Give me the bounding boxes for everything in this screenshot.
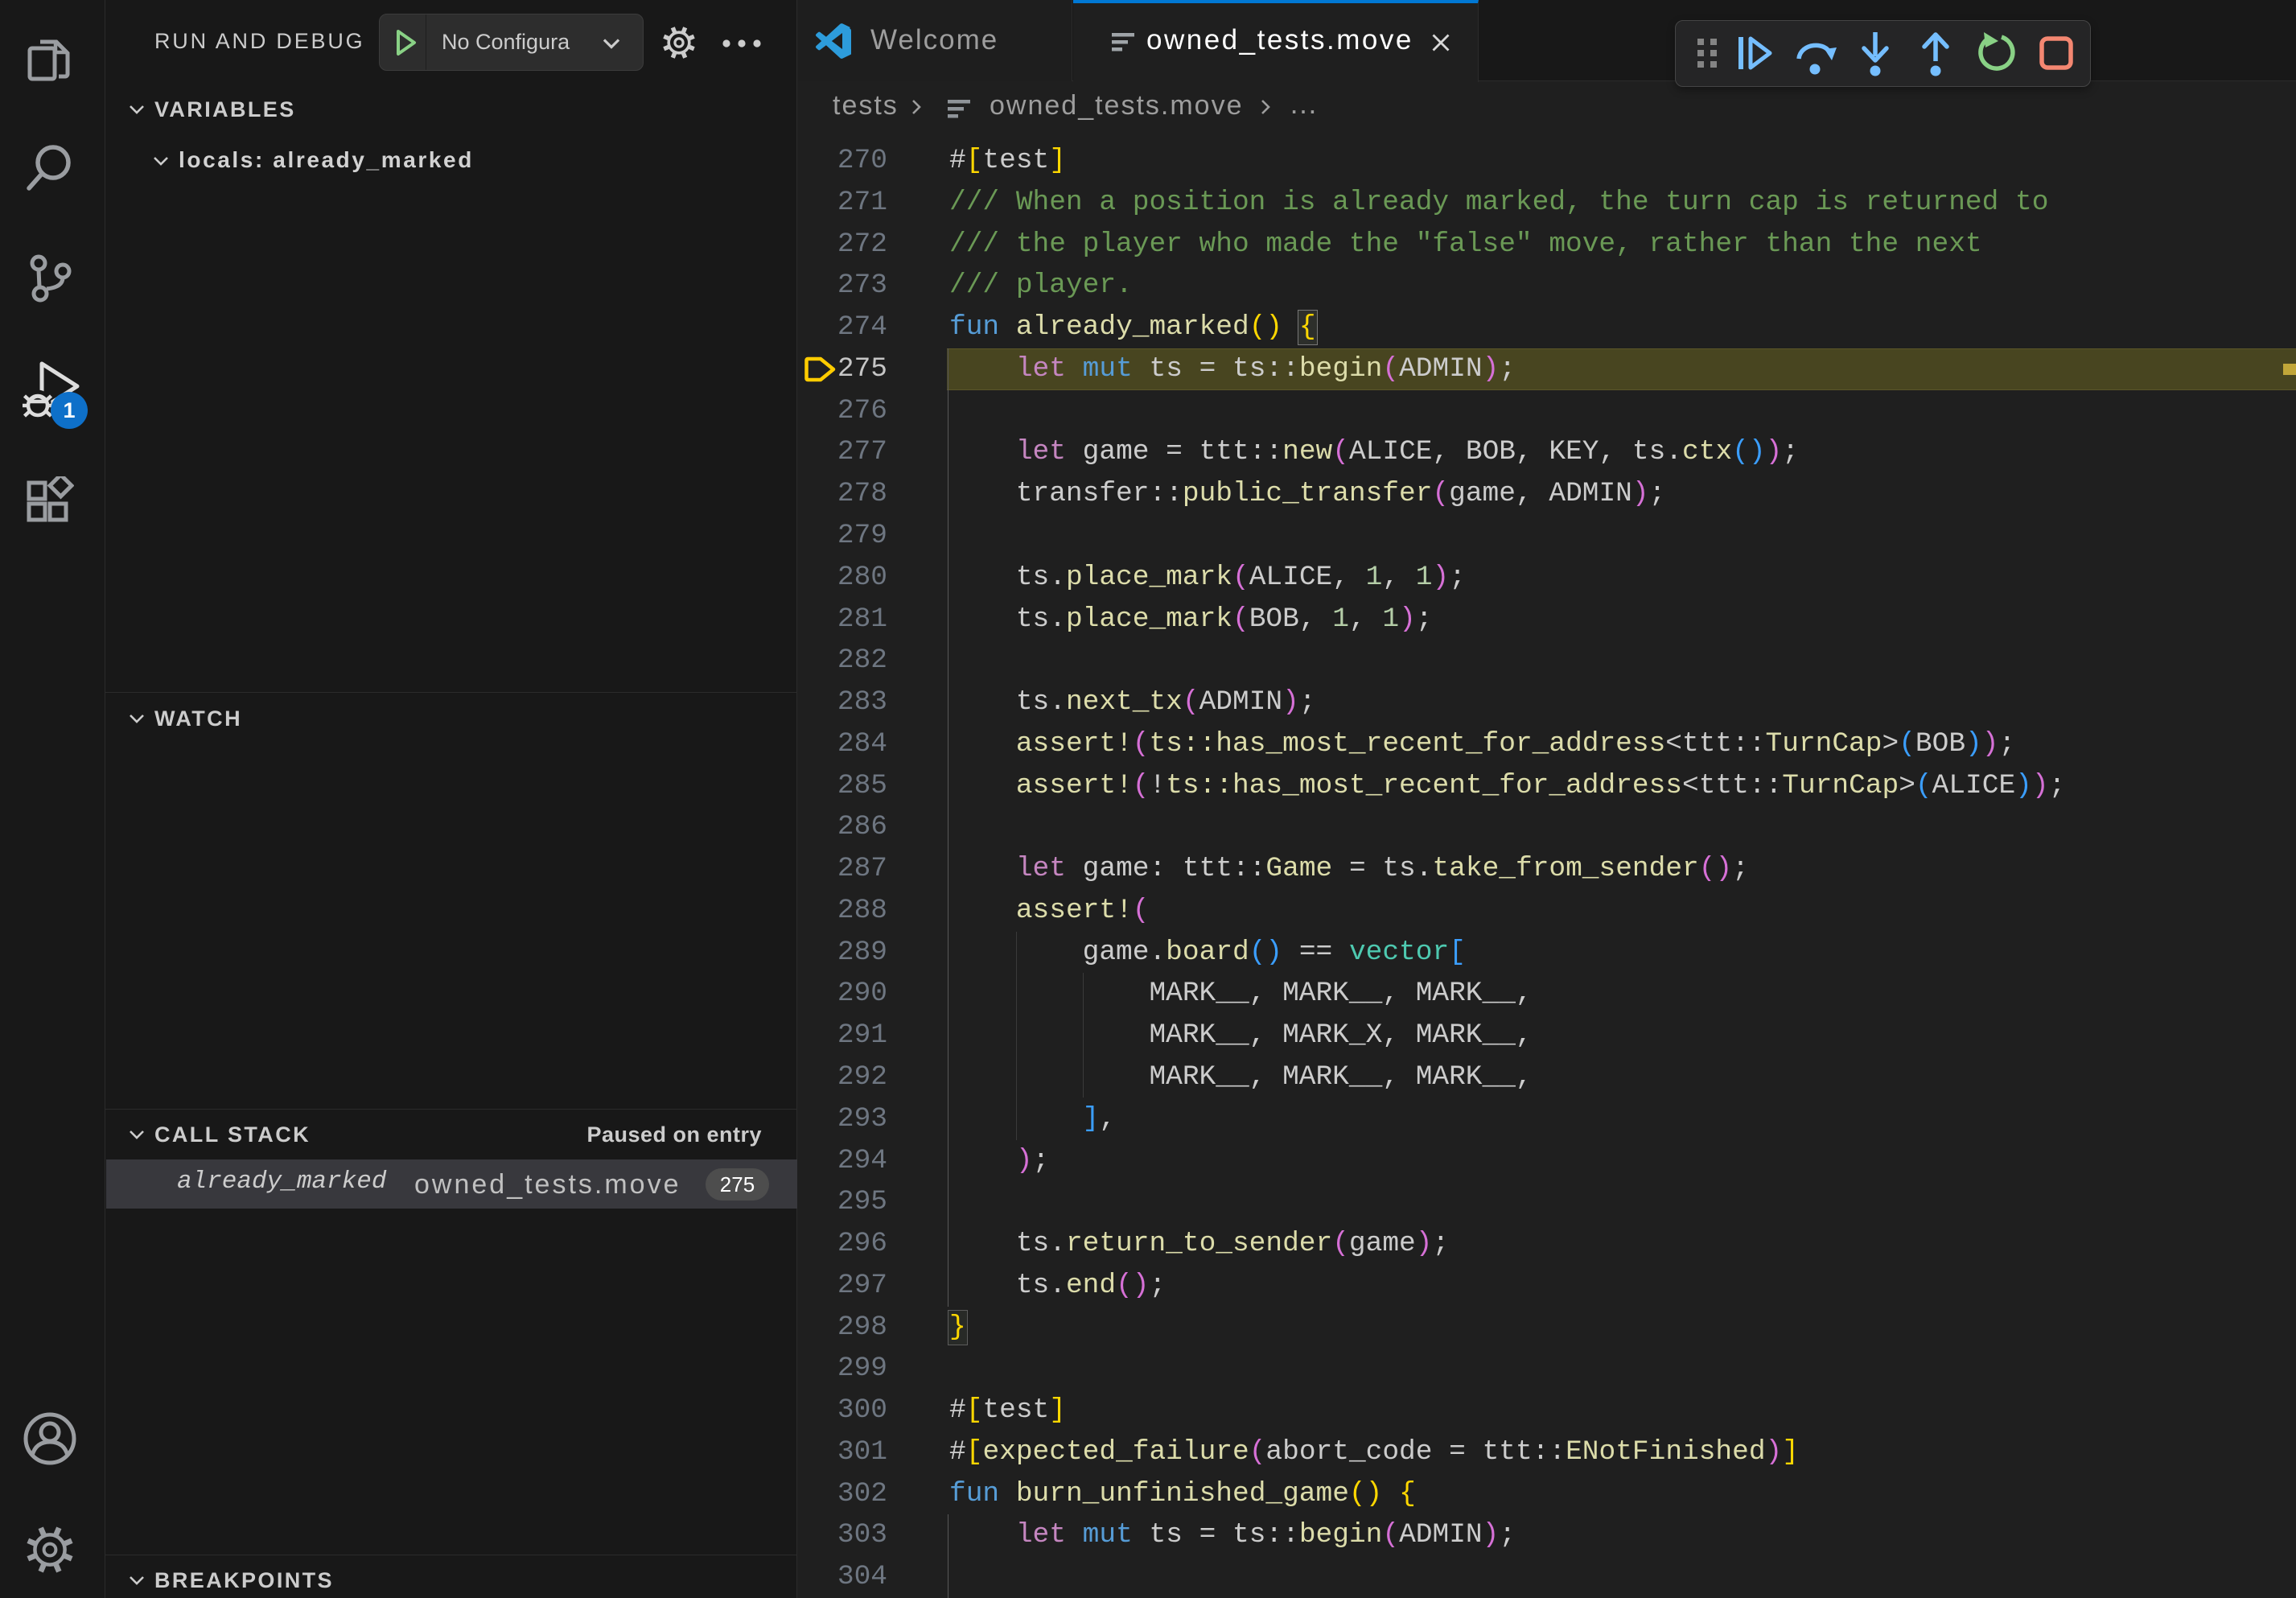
svg-text:1: 1 bbox=[63, 398, 75, 422]
